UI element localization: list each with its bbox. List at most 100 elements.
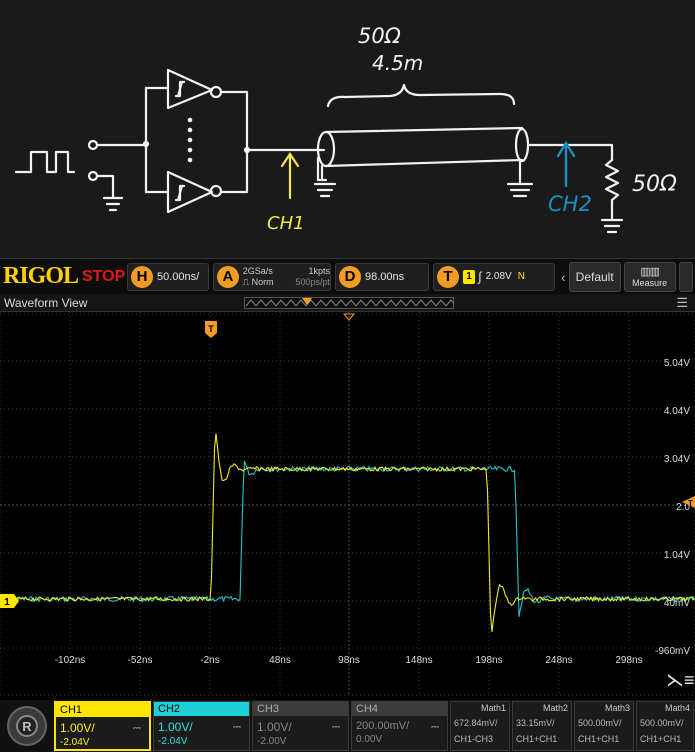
ch1-probe-arrow — [280, 152, 300, 200]
trigger-level: 2.08V — [485, 271, 512, 282]
waveform-view-title: Waveform View — [4, 296, 88, 310]
default-button[interactable]: Default — [568, 261, 621, 292]
voltage-tick-label: 5.04V — [664, 358, 690, 369]
math4-settings[interactable]: Math4 500.00mV/ CH1+CH1 — [636, 701, 694, 751]
ch2-probe-arrow — [556, 140, 576, 188]
rigol-logo: RIGOL — [3, 263, 79, 289]
ch1-settings[interactable]: CH1 1.00V/ -2.04V ⎓ — [54, 701, 151, 751]
math2-scale: 33.15mV/ — [516, 718, 555, 728]
acquire-badge: A — [217, 265, 239, 288]
ch1-label: CH1 — [267, 213, 305, 234]
time-tick-label: -52ns — [127, 655, 152, 666]
ch2-settings[interactable]: CH2 1.00V/ -2.04V ⎓ — [153, 701, 250, 751]
memory-depth: 1kpts — [308, 265, 330, 276]
sample-rate: 2GSa/s — [242, 265, 273, 276]
math2-settings[interactable]: Math2 33.15mV/ CH1+CH1 — [512, 701, 572, 751]
acquire-control[interactable]: A 2GSa/s 1kpts ⎍ Norm 500ps/pt — [213, 262, 331, 291]
more-tools-button[interactable] — [678, 261, 693, 292]
termination-label: 50Ω — [632, 172, 677, 197]
delay-control[interactable]: D 98.00ns — [335, 262, 429, 291]
math3-settings[interactable]: Math3 500.00mV/ CH1+CH1 — [574, 701, 634, 751]
ground-symbol-cable-in — [313, 182, 337, 198]
ch3-name: CH3 — [253, 702, 348, 716]
measure-label: Measure — [632, 278, 668, 288]
time-tick-label: 298ns — [615, 655, 642, 666]
ground-symbol-cable-out — [506, 182, 534, 198]
schematic-drawing: 50Ω 4.5m CH1 CH2 50Ω — [0, 0, 695, 258]
default-label: Default — [575, 269, 614, 284]
acquire-mode-icon: ⎍ — [242, 276, 250, 287]
voltage-tick-label: -960mV — [655, 646, 690, 657]
math2-name: Math2 — [542, 703, 568, 713]
expand-menu-icon[interactable]: ⋋≡ — [666, 670, 695, 690]
buffer-bottom-symbol — [166, 170, 214, 214]
menu-icon[interactable]: ☰ — [676, 295, 688, 311]
ch2-offset: -2.04V — [158, 736, 188, 747]
schematic-svg: 50Ω 4.5m CH1 CH2 50Ω — [14, 24, 677, 234]
time-tick-label: 48ns — [269, 655, 291, 666]
time-tick-label: -102ns — [55, 655, 86, 666]
time-resolution: 500ps/pt — [295, 276, 330, 287]
scope-toolbar: RIGOL STOP H 50.00ns/ A 2GSa/s 1kpts ⎍ N… — [0, 258, 695, 294]
math3-scale: 500.00mV/ — [578, 718, 622, 728]
ground-symbol-load — [600, 218, 624, 234]
time-tick-label: 198ns — [475, 655, 502, 666]
math4-source: CH1+CH1 — [640, 734, 682, 744]
home-button[interactable]: R — [0, 700, 54, 752]
impedance-label: 50Ω — [358, 24, 401, 48]
ground-symbol-source — [102, 196, 124, 212]
run-stop-status[interactable]: STOP — [82, 268, 127, 286]
ch1-name: CH1 — [56, 703, 149, 717]
svg-text:1: 1 — [4, 597, 10, 608]
dc-coupling-icon: ⎓ — [233, 722, 241, 733]
measure-icon: ▥▥ — [640, 266, 660, 278]
svg-text:T: T — [688, 499, 693, 508]
math1-name: Math1 — [480, 703, 506, 713]
time-tick-label: 148ns — [405, 655, 432, 666]
time-tick-label: 248ns — [545, 655, 572, 666]
waveform-display[interactable]: 5.04V 4.04V 3.04V 2.0 1.04V 40mV -960mV -102ns… — [0, 312, 695, 696]
ch2-name: CH2 — [154, 702, 249, 716]
ch1-offset: -2.04V — [60, 737, 90, 748]
math1-source: CH1-CH3 — [454, 734, 494, 744]
trigger-badge: T — [437, 265, 459, 288]
ch2-label: CH2 — [548, 192, 592, 216]
math3-name: Math3 — [604, 703, 630, 713]
ch4-offset: 0.00V — [356, 734, 383, 745]
trigger-control[interactable]: T 1 ∫ 2.08V N — [433, 262, 555, 291]
ch4-settings[interactable]: CH4 200.00mV/ 0.00V ⎓ — [351, 701, 448, 751]
voltage-tick-label: 1.04V — [664, 550, 690, 561]
math3-source: CH1+CH1 — [578, 734, 620, 744]
time-axis-labels: -102ns -52ns -2ns 48ns 98ns 148ns 198ns 248ns 29… — [55, 655, 643, 666]
channel-bar: R CH1 1.00V/ -2.04V ⎓ CH2 1.00V/ -2.04V … — [0, 700, 695, 752]
buffer-top-symbol — [166, 68, 214, 110]
waveform-view-header: Waveform View ☰ — [0, 294, 695, 312]
memory-overview-bar[interactable] — [244, 297, 454, 309]
horizontal-badge: H — [131, 265, 153, 288]
voltage-tick-label: 4.04V — [664, 406, 690, 417]
delay-badge: D — [339, 265, 361, 288]
dc-coupling-icon: ⎓ — [133, 723, 141, 734]
time-tick-label: 98ns — [338, 655, 360, 666]
horizontal-scale-control[interactable]: H 50.00ns/ — [127, 262, 209, 291]
rising-edge-icon: ∫ — [478, 269, 482, 284]
time-tick-label: -2ns — [200, 655, 219, 666]
math1-settings[interactable]: Math1 672.84mV/ CH1-CH3 — [450, 701, 510, 751]
trigger-source: 1 — [463, 269, 475, 284]
measure-button[interactable]: ▥▥ Measure — [623, 261, 676, 292]
horizontal-scale-value: 50.00ns/ — [157, 270, 200, 283]
math4-scale: 500.00mV/ — [640, 718, 684, 728]
ch3-offset: -2.00V — [257, 736, 287, 747]
svg-text:T: T — [208, 324, 214, 334]
ch4-name: CH4 — [352, 702, 447, 716]
coax-cable-symbol — [324, 126, 524, 168]
resistor-symbol — [604, 158, 620, 220]
voltage-tick-label: 3.04V — [664, 454, 690, 465]
math2-source: CH1+CH1 — [516, 734, 558, 744]
acquire-mode: Norm — [251, 276, 274, 287]
home-gear-icon: R — [7, 706, 47, 746]
math1-scale: 672.84mV/ — [454, 718, 498, 728]
chevron-left-icon[interactable]: ‹ — [561, 269, 566, 285]
trigger-sweep: N — [517, 271, 525, 282]
ch3-settings[interactable]: CH3 1.00V/ -2.00V ⎓ — [252, 701, 349, 751]
